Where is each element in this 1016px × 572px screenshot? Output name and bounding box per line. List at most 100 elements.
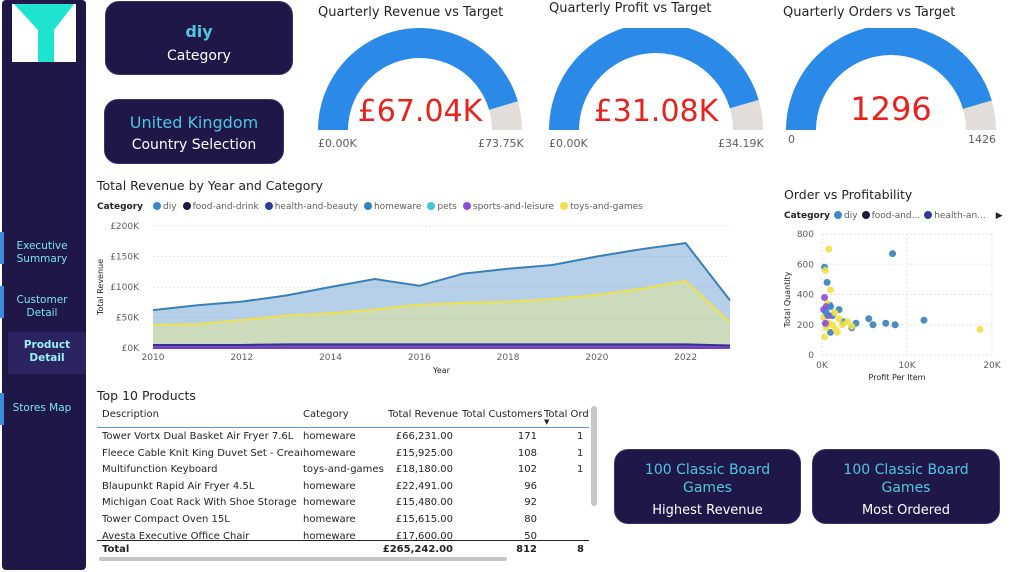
legend-dot-food <box>182 202 191 210</box>
nav-product-detail[interactable]: Product Detail <box>8 332 86 374</box>
scatter-point-homeware <box>823 278 831 286</box>
scatter-point-toys-and-games <box>833 328 841 336</box>
table-cell: £18,180.00 <box>395 464 453 476</box>
y-tick-label: 400 <box>797 291 814 301</box>
col-description[interactable]: Description <box>102 409 159 420</box>
legend-dot-homeware <box>363 202 372 210</box>
total-customers: 812 <box>516 544 537 555</box>
y-tick-label: 200 <box>797 321 814 331</box>
scatter-point-diy <box>822 309 830 317</box>
col-category[interactable]: Category <box>303 409 349 420</box>
scatter-legend-item-health[interactable]: health-an... <box>934 211 986 221</box>
nav-product-detail-label: Product Detail <box>23 339 71 364</box>
scatter-chart[interactable]: 0 200 400 600 800 0K 10K 20K Profit Per Item Tota… <box>780 226 1005 386</box>
col-total-revenue[interactable]: Total Revenue <box>388 409 458 420</box>
legend-item-homeware[interactable]: homeware <box>374 202 421 212</box>
table-cell: 92 <box>524 497 537 509</box>
table-cell: Blaupunkt Rapid Air Fryer 4.5L <box>102 480 255 492</box>
x-tick-label: 2014 <box>319 353 342 363</box>
category-card[interactable]: diy Category <box>105 1 293 75</box>
gauge-orders-value: 1296 <box>850 90 932 128</box>
table-cell: Multifunction Keyboard <box>102 464 218 476</box>
legend-dot-sports <box>462 202 471 210</box>
scatter-point-toys-and-games <box>831 309 839 317</box>
scatter-point-toys-and-games <box>825 245 833 253</box>
country-value: United Kingdom <box>129 113 259 132</box>
table-row[interactable]: Blaupunkt Rapid Air Fryer 4.5L homeware £2… <box>97 481 589 497</box>
table-row[interactable]: Michigan Coat Rack With Shoe Storage home… <box>97 497 589 513</box>
area-chart[interactable]: £0K £50K £100K £150K £200K 2010 2012 2014 2016 20… <box>95 218 740 378</box>
area-chart-title: Total Revenue by Year and Category <box>97 178 323 193</box>
scatter-chart-title: Order vs Profitability <box>784 187 913 202</box>
gauge-profit-min: £0.00K <box>549 137 588 150</box>
scatter-point-toys-and-games <box>848 322 856 330</box>
highest-revenue-card[interactable]: 100 Classic Board Games Highest Revenue <box>614 449 801 524</box>
col-total-orders[interactable]: Total Orde <box>544 409 589 420</box>
table-cell: Tower Vortx Dual Basket Air Fryer 7.6L <box>102 431 294 442</box>
legend-item-health-and-beauty[interactable]: health-and-beauty <box>275 202 358 212</box>
table-header: Description Category Total Revenue Total… <box>97 404 589 428</box>
nav-executive-summary[interactable]: Executive Summary <box>0 232 84 270</box>
scatter-legend-dot-health <box>924 211 933 219</box>
gauge-revenue-max: £73.75K <box>478 137 524 150</box>
table-vertical-scrollbar[interactable] <box>591 406 597 506</box>
legend-dot-toys <box>560 202 569 210</box>
table-cell: Tower Compact Oven 15L <box>102 514 230 525</box>
table-cell: Fleece Cable Knit King Duvet Set - Cream <box>102 447 302 459</box>
gauge-profit-value: £31.08K <box>593 94 719 129</box>
x-tick-label: 10K <box>898 361 916 371</box>
gauge-profit-title: Quarterly Profit vs Target <box>549 1 712 16</box>
table-cell: 1 <box>577 447 584 459</box>
scatter-point-homeware <box>891 321 899 329</box>
scatter-legend-dot-diy <box>834 211 843 219</box>
scatter-legend-item-diy[interactable]: diy <box>844 211 858 221</box>
scatter-point-toys-and-games <box>821 333 829 341</box>
legend-next-arrow-icon[interactable]: ▶ <box>996 211 1003 221</box>
col-total-customers[interactable]: Total Customers <box>462 409 542 420</box>
legend-dot-pets <box>427 202 436 210</box>
scatter-chart-legend: Category diy food-and... health-an... ▶ <box>784 211 1003 221</box>
x-tick-label: 2020 <box>585 353 608 363</box>
scatter-point-sports-and-leisure <box>821 319 829 327</box>
most-ordered-card[interactable]: 100 Classic Board Games Most Ordered <box>812 449 1000 524</box>
legend-item-food-and-drink[interactable]: food-and-drink <box>193 202 259 212</box>
table-cell: 1 <box>577 431 584 442</box>
table-cell: £15,615.00 <box>395 514 453 525</box>
sidebar <box>2 0 86 570</box>
scatter-point-homeware <box>869 321 877 329</box>
x-tick-label: 2016 <box>408 353 431 363</box>
total-revenue: £265,242.00 <box>382 544 453 555</box>
most-ordered-value: 100 Classic Board Games <box>843 462 969 496</box>
scatter-legend-dot-food <box>861 211 870 219</box>
top-products-table: Description Category Total Revenue Total… <box>97 404 597 561</box>
table-row[interactable]: Fleece Cable Knit King Duvet Set - Cream… <box>97 448 589 464</box>
legend-dot-diy <box>153 202 162 210</box>
table-row[interactable]: Tower Compact Oven 15L homeware £15,615.00… <box>97 514 589 530</box>
category-value: diy <box>185 22 213 41</box>
country-card[interactable]: United Kingdom Country Selection <box>104 99 284 164</box>
area-legend-title: Category <box>97 202 144 212</box>
category-label: Category <box>167 48 231 64</box>
table-horizontal-scrollbar[interactable] <box>99 557 507 561</box>
table-row[interactable]: Multifunction Keyboard toys-and-games £18,… <box>97 464 589 480</box>
legend-item-diy[interactable]: diy <box>163 202 177 212</box>
nav-customer-detail[interactable]: Customer Detail <box>0 286 84 324</box>
nav-stores-map[interactable]: Stores Map <box>0 393 84 425</box>
legend-item-toys-and-games[interactable]: toys-and-games <box>570 202 643 212</box>
x-tick-label: 20K <box>983 361 1001 371</box>
table-cell: 80 <box>524 514 537 525</box>
scatter-point-sports-and-leisure <box>821 294 829 302</box>
y-tick-label: £0K <box>122 344 140 354</box>
legend-item-pets[interactable]: pets <box>437 202 456 212</box>
total-orders: 8 <box>577 544 584 555</box>
scatter-point-homeware <box>865 315 873 323</box>
scatter-legend-item-food[interactable]: food-and... <box>872 211 921 221</box>
table-cell: Michigan Coat Rack With Shoe Storage <box>102 497 297 509</box>
legend-item-sports-and-leisure[interactable]: sports-and-leisure <box>473 202 554 212</box>
scatter-point-toys-and-games <box>827 286 834 294</box>
y-axis-label: Total Revenue <box>96 259 105 316</box>
nav-customer-detail-label: Customer Detail <box>16 294 68 319</box>
gauge-revenue-min: £0.00K <box>318 137 357 150</box>
scatter-point-homeware <box>920 316 928 324</box>
table-row[interactable]: Tower Vortx Dual Basket Air Fryer 7.6L ho… <box>97 431 589 447</box>
